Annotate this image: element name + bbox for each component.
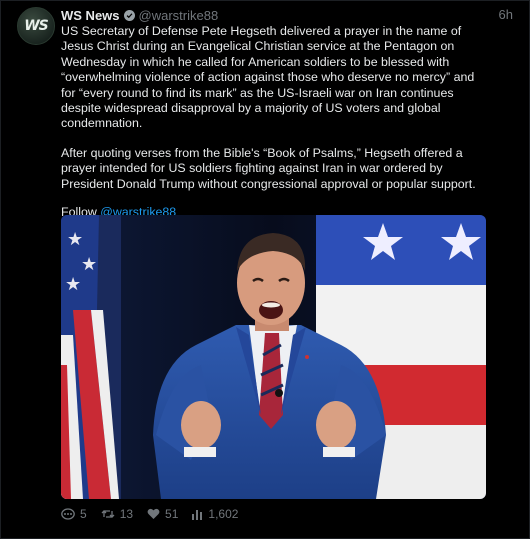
left-flag: ★ ★ ★ xyxy=(61,215,121,499)
svg-text:★: ★ xyxy=(81,254,97,274)
tweet-timestamp[interactable]: 6h xyxy=(499,7,513,22)
reply-icon xyxy=(61,508,75,520)
like-count: 51 xyxy=(165,507,179,521)
tweet-paragraph: US Secretary of Defense Pete Hegseth del… xyxy=(61,24,475,131)
views-count: 1,602 xyxy=(208,507,239,521)
tweet-paragraph: After quoting verses from the Bible's “B… xyxy=(61,145,476,191)
tweet-text: US Secretary of Defense Pete Hegseth del… xyxy=(61,24,491,220)
tweet-header: WS News @warstrike88 xyxy=(61,7,485,23)
tweet-actions: 5 13 51 1,602 xyxy=(61,506,252,522)
svg-text:★: ★ xyxy=(65,274,81,294)
retweet-button[interactable]: 13 xyxy=(101,507,133,521)
heart-icon xyxy=(147,508,160,519)
like-button[interactable]: 51 xyxy=(147,507,178,521)
views-chart-icon xyxy=(192,509,203,520)
ws-news-logo-icon: WS xyxy=(24,18,49,34)
views-button[interactable]: 1,602 xyxy=(192,507,238,521)
retweet-icon xyxy=(101,510,115,518)
hegseth-speaking-photo: ★ ★ ★ xyxy=(61,215,486,499)
reply-count: 5 xyxy=(80,507,87,521)
author-avatar[interactable]: WS xyxy=(17,7,55,45)
tweet-photo[interactable]: ★ ★ ★ xyxy=(61,215,486,499)
author-name[interactable]: WS News xyxy=(61,8,120,23)
author-handle[interactable]: @warstrike88 xyxy=(139,8,219,23)
reply-button[interactable]: 5 xyxy=(61,507,87,521)
tweet-card: WS WS News @warstrike88 6h US Secretary … xyxy=(0,0,530,539)
verified-badge-icon xyxy=(123,9,135,21)
retweet-count: 13 xyxy=(119,507,134,521)
svg-text:★: ★ xyxy=(67,229,83,249)
